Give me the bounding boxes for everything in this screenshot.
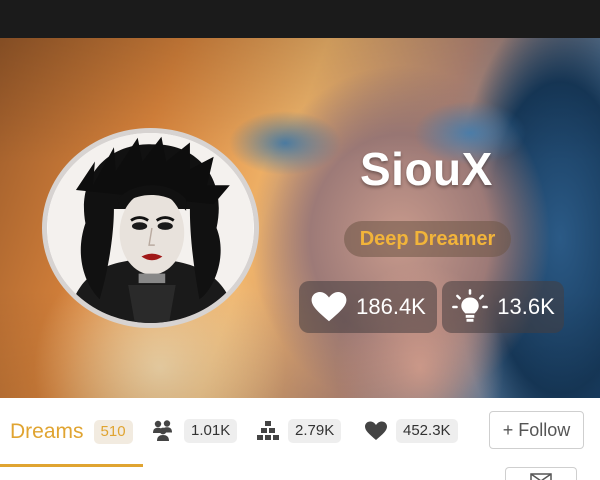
following-count: 2.79K [288,419,342,443]
hearts-stat[interactable]: 452.3K [364,418,458,444]
top-bar [0,0,600,38]
follow-button[interactable]: + Follow [489,411,584,449]
profile-username: SiouX [360,143,493,195]
heart-icon [364,419,388,443]
following-stat[interactable]: 2.79K [256,418,342,444]
rank-badge: Deep Dreamer [344,221,511,257]
tab-dreams[interactable]: Dreams 510 [0,398,143,466]
message-button[interactable] [505,467,577,480]
avatar[interactable] [42,128,259,328]
hearts-count: 452.3K [396,419,458,443]
people-icon [152,419,176,443]
tab-dreams-label: Dreams [10,420,84,443]
profile-stats-bar: Dreams 510 1.01K 2.79K 452.3K + Follow [0,398,600,480]
pyramid-icon [256,419,280,443]
avatar-portrait [47,133,254,323]
tab-active-indicator [0,464,143,467]
likes-count: 186.4K [356,294,426,319]
heart-icon [310,288,348,326]
lightbulb-icon [451,288,489,326]
mail-icon [530,473,552,480]
likes-stat[interactable]: 186.4K [299,281,437,333]
rank-label: Deep Dreamer [359,227,496,250]
ideas-count: 13.6K [497,294,555,319]
followers-stat[interactable]: 1.01K [152,418,238,444]
followers-count: 1.01K [184,419,238,443]
dreams-count-badge: 510 [93,420,133,444]
ideas-stat[interactable]: 13.6K [442,281,564,333]
